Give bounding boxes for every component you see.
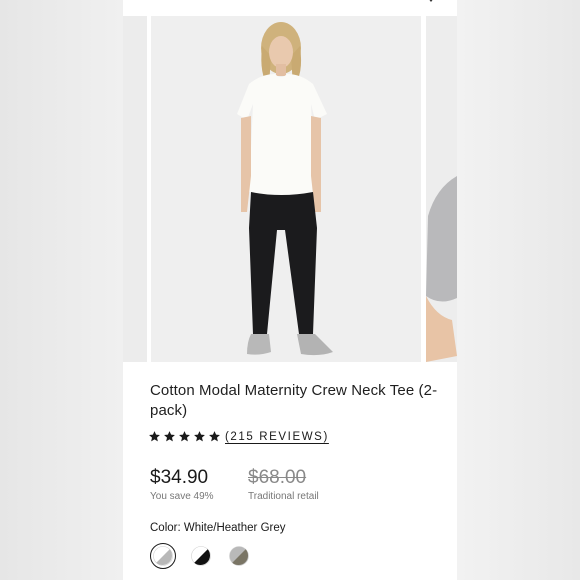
product-title: Cotton Modal Maternity Crew Neck Tee (2-… <box>150 382 438 419</box>
sale-price: $34.90 <box>150 467 209 488</box>
product-card: Cotton Modal Maternity Crew Neck Tee (2-… <box>123 0 457 580</box>
star-icon <box>194 431 205 442</box>
model-photo <box>151 16 421 362</box>
color-swatches <box>150 543 252 569</box>
gallery-image-main[interactable] <box>151 16 421 362</box>
star-icon <box>179 431 190 442</box>
swatch-heather-grey-olive[interactable] <box>226 543 252 569</box>
reviews-link[interactable]: (215 REVIEWS) <box>225 431 329 443</box>
swatch-black-white[interactable] <box>188 543 214 569</box>
color-label: Color: White/Heather Grey <box>150 522 286 534</box>
savings-text: You save 49% <box>150 491 214 502</box>
grey-shirt-photo <box>426 16 457 362</box>
background-left <box>0 0 123 580</box>
image-gallery[interactable] <box>123 16 457 362</box>
background-right <box>457 0 580 580</box>
star-icon <box>164 431 175 442</box>
chevron-icon[interactable] <box>427 0 435 4</box>
original-price: $68.00 <box>248 467 307 488</box>
original-price-label: Traditional retail <box>248 491 319 502</box>
swatch-white-heather-grey[interactable] <box>150 543 176 569</box>
gallery-image-prev[interactable] <box>123 16 147 362</box>
gallery-image-next[interactable] <box>426 16 457 362</box>
star-icon <box>209 431 220 442</box>
star-icon <box>149 431 160 442</box>
star-rating <box>148 430 221 443</box>
rating-row[interactable]: (215 REVIEWS) <box>148 430 329 443</box>
